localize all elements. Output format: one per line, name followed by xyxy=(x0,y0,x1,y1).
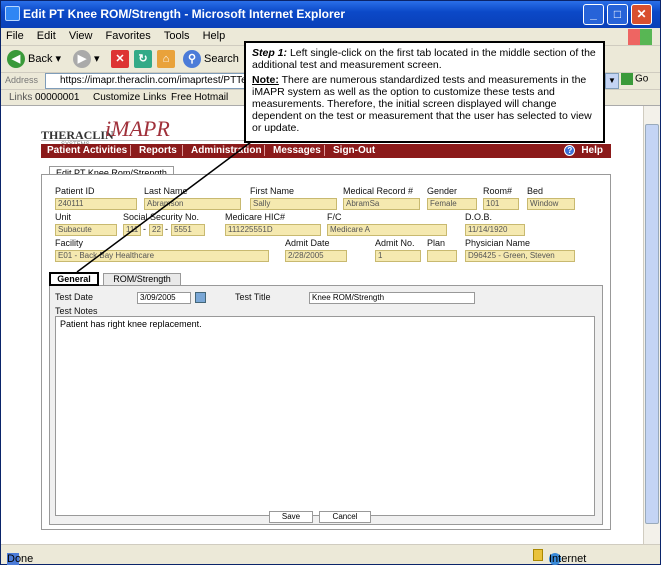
scrollbar-thumb[interactable] xyxy=(645,124,659,524)
nav-administration[interactable]: Administration xyxy=(191,145,265,156)
nav-reports[interactable]: Reports xyxy=(139,145,183,156)
facility-label: Facility xyxy=(55,238,84,248)
bed-field: Window xyxy=(527,198,575,210)
windows-logo-icon xyxy=(628,29,652,45)
nav-sign-out[interactable]: Sign-Out xyxy=(333,145,379,156)
admit-date-field: 2/28/2005 xyxy=(285,250,347,262)
go-arrow-icon xyxy=(621,73,633,85)
test-title-input[interactable]: Knee ROM/Strength xyxy=(309,292,475,304)
maximize-button[interactable]: □ xyxy=(607,4,628,25)
dob-label: D.O.B. xyxy=(465,212,493,222)
cancel-button[interactable]: Cancel xyxy=(319,511,371,523)
patient-id-label: Patient ID xyxy=(55,186,95,196)
forward-button[interactable]: ▶ ▾ xyxy=(73,49,100,70)
menu-help[interactable]: Help xyxy=(198,28,231,44)
room-label: Room# xyxy=(483,186,513,196)
search-button[interactable]: ⚲ Search xyxy=(183,49,239,70)
back-arrow-icon: ◀ xyxy=(7,50,25,69)
ssn-dash: - xyxy=(165,224,168,234)
page-content: THERACLIN iMAPR SYSTEMS Patient Activiti… xyxy=(1,106,643,544)
medicare-field: 111225551D xyxy=(225,224,321,236)
back-button[interactable]: ◀ Back ▾ xyxy=(7,49,61,70)
address-dropdown-icon[interactable]: ▼ xyxy=(605,73,619,89)
nav-help[interactable]: ? Help xyxy=(564,145,603,156)
physician-label: Physician Name xyxy=(465,238,531,248)
menu-edit[interactable]: Edit xyxy=(32,28,61,44)
close-button[interactable]: ✕ xyxy=(631,4,652,25)
medical-record-label: Medical Record # xyxy=(343,186,414,196)
medicare-label: Medicare HIC# xyxy=(225,212,286,222)
fc-label: F/C xyxy=(327,212,342,222)
lock-icon xyxy=(533,549,543,561)
tab-rom-strength[interactable]: ROM/Strength xyxy=(103,273,181,285)
links-label: Links xyxy=(9,92,33,103)
callout-step: Step 1: Left single-click on the first t… xyxy=(252,47,596,71)
home-button[interactable]: ⌂ xyxy=(157,49,178,70)
medical-record-field: AbramSa xyxy=(343,198,420,210)
go-button[interactable]: Go xyxy=(621,73,648,85)
link-00000001[interactable]: 00000001 xyxy=(35,92,80,103)
calendar-icon[interactable] xyxy=(195,292,206,303)
test-notes-textarea[interactable]: Patient has right knee replacement. xyxy=(55,316,595,516)
patient-id-field: 240111 xyxy=(55,198,137,210)
address-label: Address xyxy=(5,75,39,85)
physician-field: D96425 - Green, Steven xyxy=(465,250,575,262)
stop-button[interactable]: ✕ xyxy=(111,49,132,70)
bed-label: Bed xyxy=(527,186,544,196)
status-bar: Done Internet xyxy=(1,544,660,565)
ssn-part2-field: 22 xyxy=(149,224,163,236)
nav-patient-activities[interactable]: Patient Activities xyxy=(47,145,131,156)
menu-favorites[interactable]: Favorites xyxy=(101,28,156,44)
stop-icon: ✕ xyxy=(111,50,129,69)
minimize-button[interactable]: _ xyxy=(583,4,604,25)
refresh-button[interactable]: ↻ xyxy=(134,49,155,70)
fc-field: Medicare A xyxy=(327,224,447,236)
nav-messages[interactable]: Messages xyxy=(273,145,325,156)
search-icon: ⚲ xyxy=(183,50,201,69)
link-customize[interactable]: Customize Links xyxy=(93,92,166,103)
gender-label: Gender xyxy=(427,186,458,196)
ssn-part3-field: 5551 xyxy=(171,224,205,236)
menu-view[interactable]: View xyxy=(64,28,98,44)
forward-arrow-icon: ▶ xyxy=(73,50,91,69)
ssn-dash: - xyxy=(143,224,146,234)
browser-window: Edit PT Knee ROM/Strength - Microsoft In… xyxy=(0,0,661,565)
tab-general[interactable]: General xyxy=(49,272,99,286)
first-name-field: Sally xyxy=(250,198,337,210)
unit-label: Unit xyxy=(55,212,72,222)
menu-file[interactable]: File xyxy=(1,28,29,44)
plan-label: Plan xyxy=(427,238,446,248)
last-name-label: Last Name xyxy=(144,186,188,196)
main-nav: Patient Activities Reports Administratio… xyxy=(41,144,611,158)
refresh-icon: ↻ xyxy=(134,50,152,69)
menu-tools[interactable]: Tools xyxy=(159,28,195,44)
link-hotmail[interactable]: Free Hotmail xyxy=(171,92,228,103)
admit-date-label: Admit Date xyxy=(285,238,330,248)
callout-note: Note: There are numerous standardized te… xyxy=(252,74,592,134)
ie-icon xyxy=(5,6,20,21)
ssn-label: Social Security No. xyxy=(123,212,200,222)
instruction-callout: Step 1: Left single-click on the first t… xyxy=(244,41,605,143)
facility-field: E01 - Back Bay Healthcare xyxy=(55,250,269,262)
test-title-label: Test Title xyxy=(235,292,271,302)
test-date-input[interactable]: 3/09/2005 xyxy=(137,292,191,304)
home-icon: ⌂ xyxy=(157,50,175,69)
last-name-field: Abramson xyxy=(144,198,241,210)
help-icon: ? xyxy=(564,145,576,156)
gender-field: Female xyxy=(427,198,477,210)
window-title: Edit PT Knee ROM/Strength - Microsoft In… xyxy=(23,7,346,21)
title-bar: Edit PT Knee ROM/Strength - Microsoft In… xyxy=(1,1,660,28)
ssn-part1-field: 111 xyxy=(123,224,141,236)
test-date-label: Test Date xyxy=(55,292,94,302)
plan-field xyxy=(427,250,457,262)
admit-no-label: Admit No. xyxy=(375,238,415,248)
save-button[interactable]: Save xyxy=(269,511,313,523)
vertical-scrollbar[interactable] xyxy=(643,106,660,544)
room-field: 101 xyxy=(483,198,519,210)
test-notes-label: Test Notes xyxy=(55,306,98,316)
unit-field: Subacute xyxy=(55,224,117,236)
admit-no-field: 1 xyxy=(375,250,421,262)
first-name-label: First Name xyxy=(250,186,295,196)
dob-field: 11/14/1920 xyxy=(465,224,525,236)
